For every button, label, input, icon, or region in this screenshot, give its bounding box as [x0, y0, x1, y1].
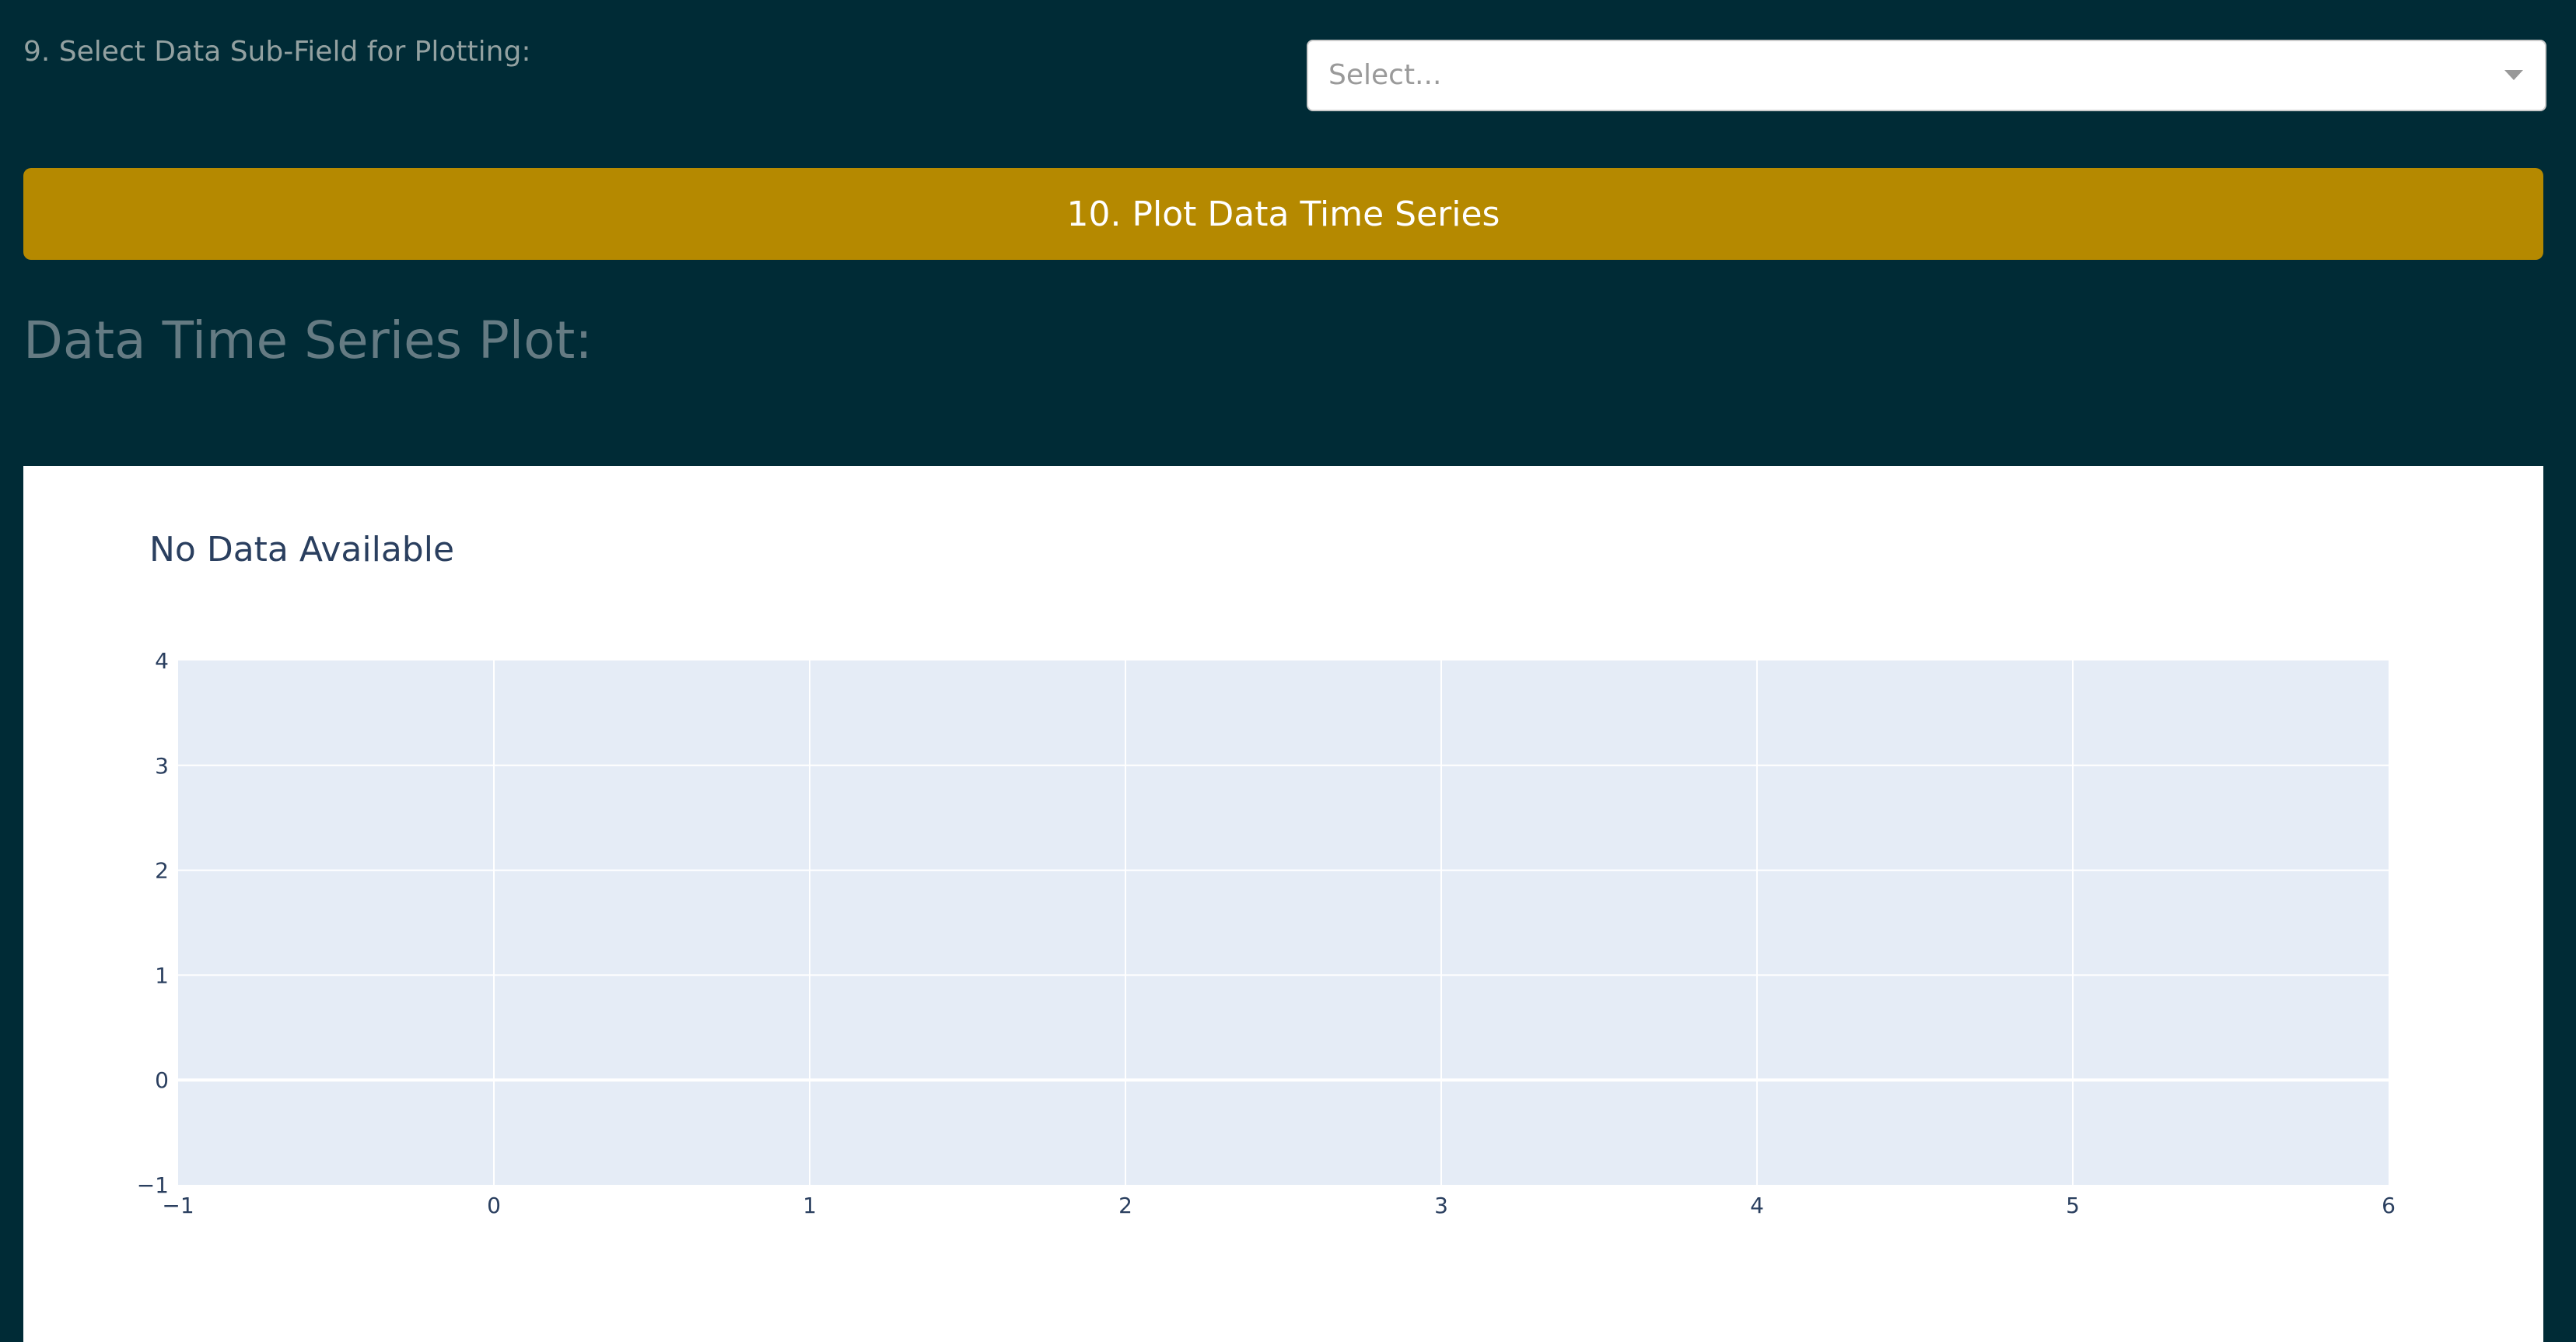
x-tick-label: 6: [2382, 1193, 2396, 1218]
plot-section-heading: Data Time Series Plot:: [23, 310, 593, 370]
x-tick-label: 0: [487, 1193, 501, 1218]
x-tick-label: 1: [803, 1193, 817, 1218]
y-tick-label: 2: [155, 858, 169, 884]
y-tick-label: −1: [137, 1172, 169, 1198]
chart-svg[interactable]: No Data Available −1 0 1 2 3 4 5 6−101234: [23, 466, 2543, 1342]
subfield-select-placeholder: Select...: [1328, 59, 1442, 91]
x-tick-label: 5: [2066, 1193, 2080, 1218]
y-tick-label: 4: [155, 648, 169, 674]
subfield-select[interactable]: Select...: [1307, 40, 2546, 111]
time-series-graph[interactable]: No Data Available −1 0 1 2 3 4 5 6 −1 0 1 2 3 4: [23, 466, 2543, 1342]
y-tick-label: 1: [155, 962, 169, 988]
plot-area[interactable]: [178, 660, 2389, 1185]
y-tick-label: 3: [155, 753, 169, 779]
plot-time-series-button[interactable]: 10. Plot Data Time Series: [23, 168, 2543, 260]
chevron-down-icon[interactable]: [2503, 41, 2525, 110]
y-tick-label: 0: [155, 1067, 169, 1093]
x-tick-label: 4: [1750, 1193, 1764, 1218]
chart-title: No Data Available: [149, 530, 454, 569]
x-tick-label: 2: [1118, 1193, 1132, 1218]
subfield-label: 9. Select Data Sub-Field for Plotting:: [23, 36, 531, 68]
x-tick-label: 3: [1434, 1193, 1448, 1218]
